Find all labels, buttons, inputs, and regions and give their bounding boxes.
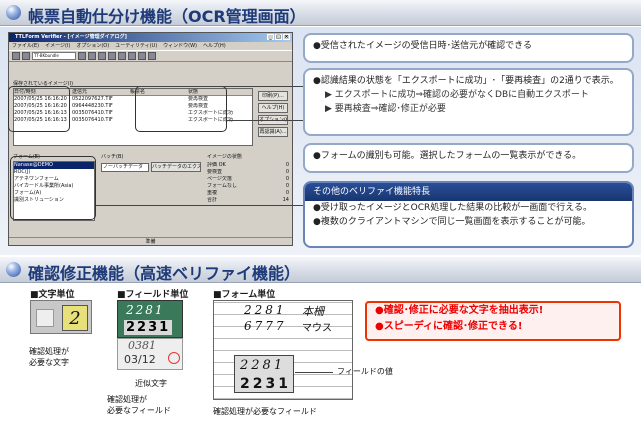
section-banner-top: 帳票自動仕分け機能（OCR管理画面）: [0, 0, 641, 26]
form-field-popup[interactable]: 2281 2231: [234, 355, 294, 393]
section-banner-bottom: 確認修正機能（高速ベリファイ機能）: [0, 257, 641, 283]
tool-icon[interactable]: [148, 52, 156, 60]
callout-text: ●複数のクライアントマシンで同じ一覧画面を表示することが可能。: [313, 217, 591, 227]
menu-file[interactable]: ファイル(E): [12, 42, 39, 50]
tool-icon[interactable]: [78, 52, 86, 60]
field-unit-heading: ■フィールド単位: [117, 290, 189, 300]
tool-icon[interactable]: [128, 52, 136, 60]
approx-marker-icon: [168, 352, 180, 364]
print-button[interactable]: 印刷(P)...: [258, 91, 288, 101]
handwritten-field: 2281: [240, 358, 286, 373]
callout-forms: ●フォームの識別も可能。選択したフォームの一覧表示ができる。: [303, 143, 634, 173]
bullet-ball-icon: [6, 5, 21, 20]
status-row: フォームなし 0: [207, 183, 289, 189]
status-bar: 準備: [9, 237, 292, 245]
batch-label: バッチ(B): [101, 154, 124, 160]
image-icon: [36, 309, 54, 327]
char-unit-panel: 2: [30, 300, 92, 334]
maximize-icon[interactable]: □: [275, 34, 282, 40]
title-bar: TTLForm Verifier - [イメージ管理ダイアログ] _ □ ×: [9, 33, 292, 42]
tool-icon[interactable]: [98, 52, 106, 60]
toolbar: TT-BKbundle: [9, 50, 292, 62]
menu-utility[interactable]: ユーティリティ(U): [115, 42, 157, 50]
callout-receive: ●受信されたイメージの受信日時･送信元が確認できる: [303, 33, 634, 63]
ocr-field-value[interactable]: 03/12: [124, 353, 156, 366]
approx-caption: 近似文字: [135, 379, 167, 388]
bullet-ball-icon: [6, 262, 21, 277]
field-unit-panel: 2281 2231: [117, 300, 183, 338]
connector-line: [70, 86, 303, 87]
menu-bar: ファイル(E) イメージ(I) オプション(O) ユーティリティ(U) ウィンド…: [9, 42, 292, 50]
form-cell: マウス: [302, 323, 332, 334]
handwritten-field: 2281: [126, 303, 165, 317]
menu-image[interactable]: イメージ(I): [45, 42, 70, 50]
menu-window[interactable]: ウィンドウ(W): [163, 42, 197, 50]
emphasis-box: ●確認･修正に必要な文字を抽出表示! ●スピーディに確認･修正できる!: [365, 301, 621, 341]
batch-select[interactable]: ノーバッチデータ: [101, 163, 149, 172]
emphasis-text: ●スピーディに確認･修正できる!: [375, 321, 523, 332]
tool-icon[interactable]: [138, 52, 146, 60]
bundle-select[interactable]: TT-BKbundle: [32, 52, 76, 60]
handwritten-field: 0381: [128, 339, 156, 352]
highlight-box: [8, 86, 70, 132]
rerecognize-button[interactable]: 再認識(A)...: [258, 127, 288, 137]
tool-icon[interactable]: [108, 52, 116, 60]
highlight-box: [135, 86, 227, 132]
status-row: 要検査 0: [207, 169, 289, 175]
menu-option[interactable]: オプション(O): [76, 42, 109, 50]
callout-text: ●受信されたイメージの受信日時･送信元が確認できる: [313, 41, 532, 51]
callout-text: ●フォームの識別も可能。選択したフォームの一覧表示ができる。: [313, 151, 582, 161]
callout-text: ●認識結果の状態を「エクスポートに成功」･「要再検査」の2通りで表示。: [313, 76, 619, 86]
callout-text: ●受け取ったイメージとOCR処理した結果の比較が一画面で行える。: [313, 203, 593, 213]
image-status-label: イメージの状態: [207, 154, 242, 160]
status-row: 合計 14: [207, 197, 289, 203]
connector-line: [295, 372, 333, 373]
field-unit-caption: 確認処理が 必要なフィールド: [107, 395, 171, 415]
char-unit-caption: 確認処理が 必要な文字: [29, 347, 69, 367]
ocr-field-value[interactable]: 2231: [124, 320, 173, 335]
connector-line: [96, 205, 303, 206]
status-row: 重複 0: [207, 190, 289, 196]
form-unit-panel: 2281 本柵 6777 マウス 2281 2231: [213, 300, 353, 400]
callout-text: ▶ エクスポートに成功⇒確認の必要がなくDBに自動エクスポート: [325, 90, 589, 100]
minimize-icon[interactable]: _: [267, 34, 274, 40]
ocr-field-value[interactable]: 2231: [240, 376, 291, 392]
field-value-caption: フィールドの値: [337, 367, 393, 376]
handwritten-char[interactable]: 2: [62, 305, 88, 331]
callout-features: その他のベリファイ機能特長 ●受け取ったイメージとOCR処理した結果の比較が一画…: [303, 181, 634, 248]
open-icon[interactable]: [12, 52, 20, 60]
status-row: 評価 OK 0: [207, 162, 289, 168]
callout-status: ●認識結果の状態を「エクスポートに成功」･「要再検査」の2通りで表示。 ▶ エク…: [303, 68, 634, 136]
close-icon[interactable]: ×: [283, 34, 290, 40]
batch-export-button[interactable]: バッチデータのエクスポート(X): [151, 162, 201, 172]
column-header[interactable]: 送信元: [72, 89, 130, 95]
connector-line: [227, 120, 303, 121]
form-cell: 6777: [244, 319, 287, 333]
save-icon[interactable]: [22, 52, 30, 60]
status-row: ページ欠落 0: [207, 176, 289, 182]
emphasis-text: ●確認･修正に必要な文字を抽出表示!: [375, 305, 544, 316]
help-button[interactable]: ヘルプ(H): [258, 103, 288, 113]
callout-text: ▶ 要再検査⇒確認･修正が必要: [325, 104, 446, 114]
form-cell: 本柵: [302, 305, 324, 318]
tool-icon[interactable]: [88, 52, 96, 60]
form-unit-heading: ■フォーム単位: [213, 290, 276, 300]
char-unit-heading: ■文字単位: [30, 290, 75, 300]
tool-icon[interactable]: [118, 52, 126, 60]
section-title: 帳票自動仕分け機能（OCR管理画面）: [28, 7, 306, 26]
field-unit-panel: 0381 03/12: [117, 338, 183, 370]
form-unit-caption: 確認処理が必要なフィールド: [213, 407, 317, 416]
features-title: その他のベリファイ機能特長: [305, 183, 632, 201]
section-title: 確認修正機能（高速ベリファイ機能）: [28, 264, 301, 283]
status-panel: 評価 OK 0 要検査 0 ページ欠落 0 フォームなし 0 重複 0 合計 14: [207, 162, 289, 204]
form-cell: 2281: [244, 303, 287, 317]
highlight-box: [10, 156, 96, 220]
window-title: TTLForm Verifier - [イメージ管理ダイアログ]: [15, 34, 127, 40]
menu-help[interactable]: ヘルプ(H): [203, 42, 226, 50]
